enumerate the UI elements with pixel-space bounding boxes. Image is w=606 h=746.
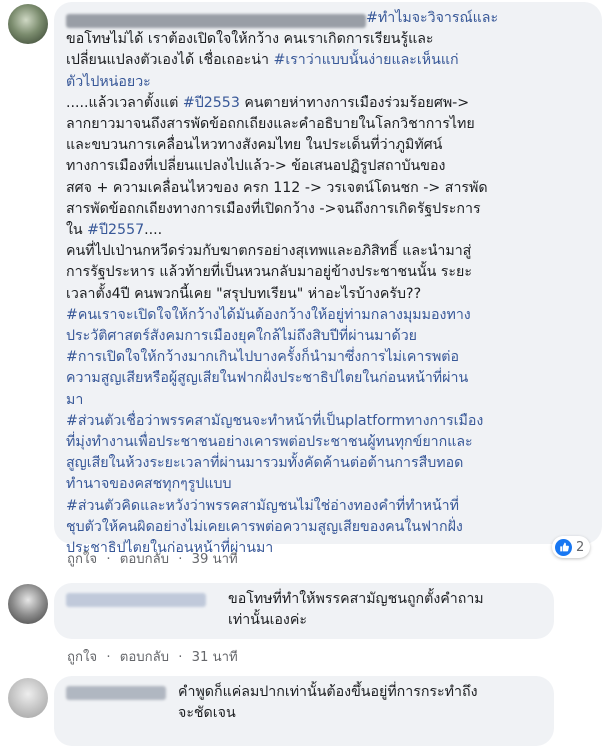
comment-text-segment: ขอโทษที่ทำให้พรรคสามัญชนถูกตั้งคำถาม <box>228 591 484 607</box>
comment-text-line: เวลาตั้ง4ปี คนพวกนี้เคย "สรุปบทเรียน" ห่… <box>66 284 590 305</box>
hashtag-link[interactable]: ที่มุ่งทำงานเพื่อประชาชนอย่างเคารพต่อประ… <box>66 434 473 450</box>
reply-link[interactable]: ตอบกลับ <box>120 552 169 567</box>
comment-text-segment: สารพัดข้อถกเถียงทางการเมืองที่เปิดกว้าง … <box>66 200 481 217</box>
comment-text-line: การรัฐประหาร แล้วท้ายที่เป็นหวนกลับมาอยู… <box>66 262 590 283</box>
like-link[interactable]: ถูกใจ <box>67 650 97 665</box>
comment-text-line: คำพูดก็แค่ลมปากเท่านั้นต้องขึ้นอยู่ที่กา… <box>178 682 542 703</box>
comment-text-segment: เปลี่ยนแปลงตัวเองได้ เชื่อเถอะน่า <box>66 52 274 69</box>
comment-text-line: ทางการเมืองที่เปลี่ยนแปลงไปแล้ว-> ข้อเสน… <box>66 156 590 177</box>
hashtag-link[interactable]: #ปี2553 <box>183 95 240 111</box>
comment-text-line: จะชัดเจน <box>178 703 542 724</box>
hashtag-link[interactable]: #ปี2557 <box>87 222 144 238</box>
hashtag-link[interactable]: ความสูญเสียหรือผู้สูญเสียในฟากฝั่งประชาธ… <box>66 370 468 386</box>
hashtag-link[interactable]: #คนเราจะเปิดใจให้กว้างได้มันต้องกว้างให้… <box>66 307 471 323</box>
hashtag-link[interactable]: ตัวไปหน่อยวะ <box>66 74 151 90</box>
hashtag-link[interactable]: #ทำไมจะวิจารณ์และ <box>366 10 498 26</box>
comment-text-line: #ส่วนตัวคิดและหวังว่าพรรคสามัญชนไม่ใช่อ่… <box>66 496 590 517</box>
comment-bubble: ขอโทษที่ทำให้พรรคสามัญชนถูกตั้งคำถามเท่า… <box>54 583 554 639</box>
comment-actions: ถูกใจ · ตอบกลับ · 39 นาที <box>67 552 238 567</box>
comment-text-segment: ขอโทษไม่ได้ เราต้องเปิดใจให้กว้าง คนเราเ… <box>66 31 434 48</box>
comment-text-line: และขบวนการเคลื่อนไหวทางสังคมไทย ในประเด็… <box>66 135 590 156</box>
comment-text-segment: สศจ + ความเคลื่อนไหวของ ครก 112 -> วรเจต… <box>66 179 488 196</box>
comment-text-segment: ใน <box>66 222 88 239</box>
comment-text-line: ที่มุ่งทำงานเพื่อประชาชนอย่างเคารพต่อประ… <box>66 432 590 453</box>
comment-text-segment: และขบวนการเคลื่อนไหวทางสังคมไทย ในประเด็… <box>66 137 443 154</box>
hashtag-link[interactable]: ทำนาจของคสชทุกๆรูปแบบ <box>66 476 232 492</box>
commenter-name[interactable] <box>66 593 206 607</box>
thumbs-up-icon <box>555 538 572 556</box>
commenter-name[interactable] <box>66 14 366 28</box>
comment-text-line: ชุบตัวให้คนผิดอย่างไม่เคยเคารพต่อความสูญ… <box>66 517 590 538</box>
comment-actions: ถูกใจ · ตอบกลับ · 31 นาที <box>67 650 238 665</box>
comment-time[interactable]: 39 นาที <box>192 552 238 567</box>
comment-text-segment: คนตายห่าทางการเมืองร่วมร้อยศพ-> <box>239 94 470 111</box>
comment-text-line: #การเปิดใจให้กว้างมากเกินไปบางครั้งก็นำม… <box>66 347 590 368</box>
hashtag-link[interactable]: #ส่วนตัวเชื่อว่าพรรคสามัญชนจะทำหน้าที่เป… <box>66 413 483 429</box>
comment-text-segment: ทางการเมืองที่เปลี่ยนแปลงไปแล้ว-> ข้อเสน… <box>66 158 446 175</box>
avatar[interactable] <box>8 4 48 44</box>
reply-link[interactable]: ตอบกลับ <box>120 650 169 665</box>
hashtag-link[interactable]: #ส่วนตัวคิดและหวังว่าพรรคสามัญชนไม่ใช่อ่… <box>66 498 459 514</box>
hashtag-link[interactable]: #การเปิดใจให้กว้างมากเกินไปบางครั้งก็นำม… <box>66 349 459 365</box>
comment-text-segment: เท่านั้นเองค่ะ <box>228 612 307 629</box>
comment-text-line: เปลี่ยนแปลงตัวเองได้ เชื่อเถอะน่า #เราว่… <box>66 50 590 71</box>
avatar[interactable] <box>8 584 48 624</box>
hashtag-link[interactable]: ประวัติศาสตร์สังคมการเมืองยุคใกล้ไม่ถึงส… <box>66 328 417 344</box>
comment-text-line: ใน #ปี2557.... <box>66 220 590 241</box>
comment-text-segment: จะชัดเจน <box>178 705 236 722</box>
comment-text-line: ทำนาจของคสชทุกๆรูปแบบ <box>66 474 590 495</box>
comment-text-line: ตัวไปหน่อยวะ <box>66 72 590 93</box>
comment-text-line: ความสูญเสียหรือผู้สูญเสียในฟากฝั่งประชาธ… <box>66 368 590 389</box>
comment-text-line: สารพัดข้อถกเถียงทางการเมืองที่เปิดกว้าง … <box>66 199 590 220</box>
comment-text-line: สศจ + ความเคลื่อนไหวของ ครก 112 -> วรเจต… <box>66 178 590 199</box>
reaction-count: 2 <box>576 539 585 555</box>
comment-text-line: สูญเสียในห้วงระยะเวลาที่ผ่านมารวมทั้งคัด… <box>66 453 590 474</box>
comment-text-line: ประวัติศาสตร์สังคมการเมืองยุคใกล้ไม่ถึงส… <box>66 326 590 347</box>
comment-time[interactable]: 31 นาที <box>192 650 238 665</box>
commenter-name[interactable] <box>66 686 166 700</box>
comment-text-line: คนที่ไปเป่านกหวีดร่วมกับฆาตกรอย่างสุเทพแ… <box>66 241 590 262</box>
comment-text-line: เท่านั้นเองค่ะ <box>228 610 542 631</box>
reaction-badge[interactable]: 2 <box>552 536 591 558</box>
like-link[interactable]: ถูกใจ <box>67 552 97 567</box>
comment-text: #ทำไมจะวิจารณ์และขอโทษไม่ได้ เราต้องเปิด… <box>66 8 590 559</box>
comment-text-segment: .....แล้วเวลาตั้งแต่ <box>66 94 183 111</box>
comment-text-segment: ลากยาวมาจนถึงสารพัดข้อถกเถียงและคำอธิบาย… <box>66 116 475 133</box>
comment-text-segment: เวลาตั้ง4ปี คนพวกนี้เคย "สรุปบทเรียน" ห่… <box>66 285 422 302</box>
hashtag-link[interactable]: สูญเสียในห้วงระยะเวลาที่ผ่านมารวมทั้งคัด… <box>66 455 463 471</box>
comment-text-line: .....แล้วเวลาตั้งแต่ #ปี2553 คนตายห่าทาง… <box>66 93 590 114</box>
hashtag-link[interactable]: #เราว่าแบบนั้นง่ายและเห็นแก่ <box>273 52 458 68</box>
comment-text-segment: คำพูดก็แค่ลมปากเท่านั้นต้องขึ้นอยู่ที่กา… <box>178 684 478 700</box>
comment-text-segment: .... <box>144 222 163 239</box>
comment-text-segment: การรัฐประหาร แล้วท้ายที่เป็นหวนกลับมาอยู… <box>66 264 472 281</box>
hashtag-link[interactable]: มา <box>66 392 83 408</box>
comment-bubble: #ทำไมจะวิจารณ์และขอโทษไม่ได้ เราต้องเปิด… <box>54 2 602 556</box>
comment-text-line: #คนเราจะเปิดใจให้กว้างได้มันต้องกว้างให้… <box>66 305 590 326</box>
comment-text-line: #ส่วนตัวเชื่อว่าพรรคสามัญชนจะทำหน้าที่เป… <box>66 411 590 432</box>
comment-text-segment: คนที่ไปเป่านกหวีดร่วมกับฆาตกรอย่างสุเทพแ… <box>66 243 472 260</box>
comment-text-line: ลากยาวมาจนถึงสารพัดข้อถกเถียงและคำอธิบาย… <box>66 114 590 135</box>
hashtag-link[interactable]: ชุบตัวให้คนผิดอย่างไม่เคยเคารพต่อความสูญ… <box>66 519 463 535</box>
avatar[interactable] <box>8 678 48 718</box>
comment-bubble: คำพูดก็แค่ลมปากเท่านั้นต้องขึ้นอยู่ที่กา… <box>54 676 554 746</box>
comment-text-line: ขอโทษไม่ได้ เราต้องเปิดใจให้กว้าง คนเราเ… <box>66 29 590 50</box>
comment-text-line: มา <box>66 390 590 411</box>
comment-text-line: ขอโทษที่ทำให้พรรคสามัญชนถูกตั้งคำถาม <box>228 589 542 610</box>
